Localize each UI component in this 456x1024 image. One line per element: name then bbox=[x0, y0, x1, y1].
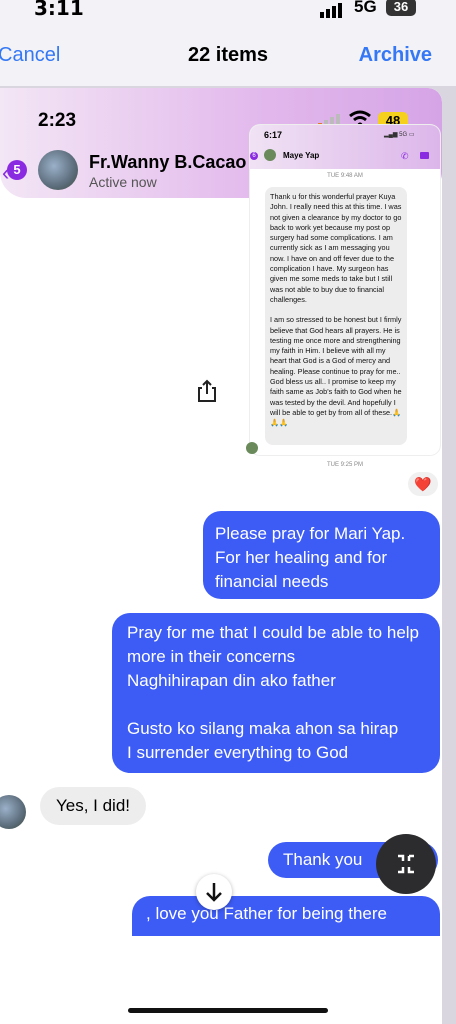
selection-nav-bar: Cancel 22 items Archive bbox=[0, 28, 456, 86]
embedded-screenshot: 6:17 ▂▄▆ 5G ▭ 6 Maye Yap ✆ TUE 9:48 AM T… bbox=[250, 125, 440, 455]
collapse-button[interactable] bbox=[376, 834, 436, 894]
embedded-message-paragraph: Thank u for this wonderful prayer Kuya J… bbox=[270, 192, 402, 304]
embedded-status: ▂▄▆ 5G ▭ bbox=[384, 132, 415, 138]
network-type: 5G bbox=[354, 0, 377, 16]
embedded-phone-icon: ✆ bbox=[401, 151, 409, 161]
embedded-sender-avatar bbox=[246, 442, 258, 454]
embedded-contact-name: Maye Yap bbox=[283, 151, 320, 160]
embedded-timestamp: TUE 9:25 PM bbox=[326, 462, 363, 468]
battery-icon: 36 bbox=[386, 0, 416, 16]
message-line: I surrender everything to God bbox=[127, 743, 349, 762]
contact-name[interactable]: Fr.Wanny B.Cacao bbox=[89, 152, 246, 173]
cellular-signal-icon bbox=[320, 3, 342, 18]
embedded-avatar bbox=[264, 149, 276, 161]
arrow-down-icon bbox=[206, 883, 222, 902]
embedded-header: 6:17 ▂▄▆ 5G ▭ 6 Maye Yap ✆ bbox=[250, 125, 440, 169]
embedded-video-icon bbox=[420, 152, 429, 159]
presence-status: Active now bbox=[89, 174, 157, 190]
home-indicator[interactable] bbox=[128, 1008, 328, 1013]
sent-message-bubble[interactable]: Pray for me that I could be able to help… bbox=[112, 613, 440, 773]
collapse-icon bbox=[398, 854, 414, 874]
archive-button[interactable]: Archive bbox=[359, 44, 432, 67]
unread-badge: 5 bbox=[7, 160, 27, 180]
embedded-message-bubble: Thank u for this wonderful prayer Kuya J… bbox=[265, 187, 407, 445]
device-status-bar: 3:11 5G 36 bbox=[0, 0, 456, 28]
message-line: Gusto ko silang maka ahon sa hirap bbox=[127, 719, 399, 738]
received-message-bubble[interactable]: Yes, I did! bbox=[40, 787, 146, 825]
scroll-down-button[interactable] bbox=[196, 874, 232, 910]
share-icon[interactable] bbox=[194, 378, 220, 404]
heart-reaction[interactable]: ❤️ bbox=[408, 472, 438, 496]
contact-avatar[interactable] bbox=[38, 150, 78, 190]
message-line: Naghihirapan din ako father bbox=[127, 671, 336, 690]
screenshot-time: 2:23 bbox=[38, 110, 77, 131]
device-time: 3:11 bbox=[34, 0, 84, 20]
message-line: Pray for me that I could be able to help… bbox=[127, 623, 420, 666]
embedded-unread-badge: 6 bbox=[250, 152, 258, 160]
sent-message-bubble[interactable]: , love you Father for being there bbox=[132, 896, 440, 936]
embedded-message-paragraph: I am so stressed to be honest but I firm… bbox=[270, 315, 402, 428]
embedded-timestamp: TUE 9:48 AM bbox=[327, 173, 363, 179]
sent-message-bubble[interactable]: Please pray for Mari Yap. For her healin… bbox=[203, 511, 440, 599]
embedded-time: 6:17 bbox=[264, 130, 283, 140]
